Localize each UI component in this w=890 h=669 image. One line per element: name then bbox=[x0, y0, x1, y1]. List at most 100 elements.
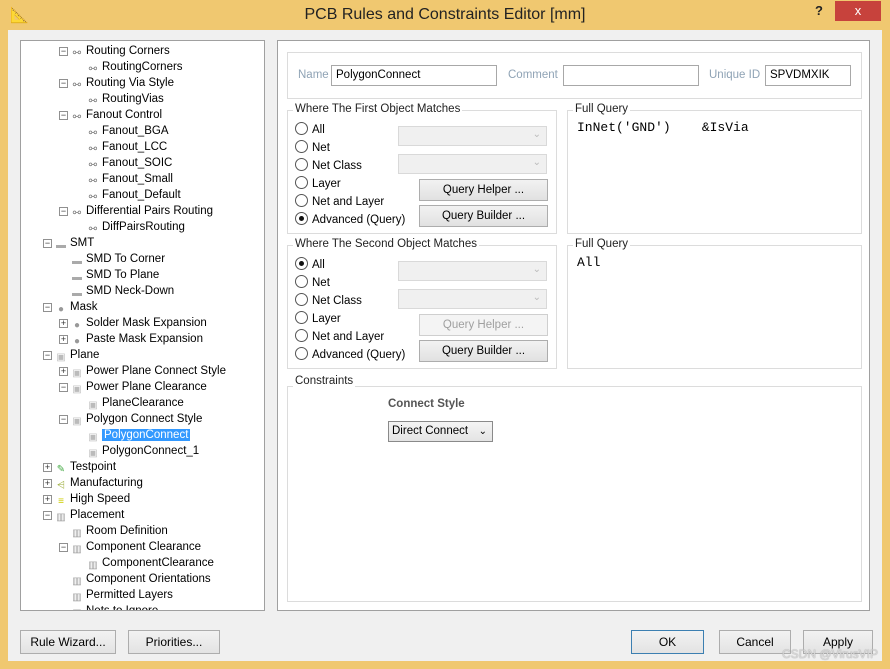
radio-circle[interactable] bbox=[295, 122, 308, 135]
tree-item[interactable]: ⚯ Fanout_Default bbox=[86, 187, 181, 203]
tree-item[interactable]: ⚯ Fanout_BGA bbox=[86, 123, 169, 139]
collapse-toggle[interactable]: − bbox=[59, 111, 68, 120]
radio-circle[interactable] bbox=[295, 158, 308, 171]
expand-toggle[interactable]: + bbox=[43, 463, 52, 472]
tree-item[interactable]: ⚯ Fanout Control bbox=[70, 107, 162, 123]
radio-circle[interactable] bbox=[295, 275, 308, 288]
tree-item[interactable]: ⚯ Fanout_LCC bbox=[86, 139, 167, 155]
tree-item[interactable]: ▬ SMD Neck-Down bbox=[70, 283, 174, 299]
expand-toggle[interactable]: + bbox=[59, 335, 68, 344]
radio-circle[interactable] bbox=[295, 176, 308, 189]
net-class-dropdown[interactable]: ⌄ bbox=[398, 154, 547, 174]
tree-item[interactable]: ▥ Component Orientations bbox=[70, 571, 210, 587]
tree-item[interactable]: ● Mask bbox=[54, 299, 98, 315]
expand-toggle[interactable]: + bbox=[43, 479, 52, 488]
unique-id-input[interactable]: SPVDMXIK bbox=[765, 65, 851, 86]
radio-option[interactable]: Net bbox=[295, 140, 330, 155]
help-button[interactable]: ? bbox=[815, 3, 831, 21]
tree-item[interactable]: ▣ Polygon Connect Style bbox=[70, 411, 202, 427]
tree-item[interactable]: ▣ PolygonConnect_1 bbox=[86, 443, 199, 459]
tree-item[interactable]: ▣ PlaneClearance bbox=[86, 395, 184, 411]
radio-circle[interactable] bbox=[295, 293, 308, 306]
tree-item[interactable]: ▣ Power Plane Connect Style bbox=[70, 363, 226, 379]
tree-item[interactable]: ▥ Room Definition bbox=[70, 523, 168, 539]
radio-option[interactable]: Net bbox=[295, 275, 330, 290]
collapse-toggle[interactable]: − bbox=[59, 543, 68, 552]
tree-item[interactable]: ✎ Testpoint bbox=[54, 459, 116, 475]
cancel-button[interactable]: Cancel bbox=[719, 630, 791, 654]
query-builder-button[interactable]: Query Builder ... bbox=[419, 205, 548, 227]
radio-option[interactable]: Layer bbox=[295, 176, 341, 191]
expand-toggle[interactable]: + bbox=[59, 319, 68, 328]
full-query-text[interactable]: All bbox=[577, 255, 600, 270]
collapse-toggle[interactable]: − bbox=[59, 47, 68, 56]
radio-circle[interactable] bbox=[295, 140, 308, 153]
tree-item[interactable]: ≡ High Speed bbox=[54, 491, 130, 507]
close-button[interactable]: x bbox=[835, 1, 881, 21]
query-helper-button[interactable]: Query Helper ... bbox=[419, 314, 548, 336]
tree-item[interactable]: ⚯ Fanout_Small bbox=[86, 171, 173, 187]
query-helper-button[interactable]: Query Helper ... bbox=[419, 179, 548, 201]
query-builder-button[interactable]: Query Builder ... bbox=[419, 340, 548, 362]
radio-circle[interactable] bbox=[295, 329, 308, 342]
tree-item[interactable]: ▥ ComponentClearance bbox=[86, 555, 214, 571]
tree-item[interactable]: ▬ SMD To Corner bbox=[70, 251, 165, 267]
comment-input[interactable] bbox=[563, 65, 699, 86]
radio-option[interactable]: Net Class bbox=[295, 158, 362, 173]
radio-circle[interactable] bbox=[295, 347, 308, 360]
radio-option[interactable]: Advanced (Query) bbox=[295, 212, 405, 227]
tree-item-label: Mask bbox=[70, 301, 98, 313]
expand-toggle[interactable]: + bbox=[59, 367, 68, 376]
radio-label: Layer bbox=[312, 178, 341, 190]
radio-option[interactable]: Net and Layer bbox=[295, 329, 384, 344]
collapse-toggle[interactable]: − bbox=[43, 303, 52, 312]
connect-style-select[interactable]: Direct Connect ⌄ bbox=[388, 421, 493, 442]
tree-item[interactable]: ⚯ RoutingCorners bbox=[86, 59, 183, 75]
tree-item[interactable]: ● Solder Mask Expansion bbox=[70, 315, 207, 331]
collapse-toggle[interactable]: − bbox=[59, 415, 68, 424]
rule-wizard-button[interactable]: Rule Wizard... bbox=[20, 630, 116, 654]
tree-item[interactable]: ▣ Power Plane Clearance bbox=[70, 379, 207, 395]
collapse-toggle[interactable]: − bbox=[59, 383, 68, 392]
radio-option[interactable]: All bbox=[295, 257, 325, 272]
tree-item[interactable]: ▬ SMD To Plane bbox=[70, 267, 159, 283]
radio-circle[interactable] bbox=[295, 257, 308, 270]
rule-tree[interactable]: ⌃ ⌄ −⚯Routing Corners⚯RoutingCorners−⚯Ro… bbox=[20, 40, 265, 611]
name-input[interactable]: PolygonConnect bbox=[331, 65, 497, 86]
priorities-button[interactable]: Priorities... bbox=[128, 630, 220, 654]
tree-item[interactable]: ▣ Plane bbox=[54, 347, 99, 363]
radio-circle[interactable] bbox=[295, 194, 308, 207]
tree-item[interactable]: ⚯ DiffPairsRouting bbox=[86, 219, 185, 235]
tree-item[interactable]: ▥Nets to Ignore bbox=[70, 603, 158, 610]
tree-item[interactable]: ● Paste Mask Expansion bbox=[70, 331, 203, 347]
tree-item[interactable]: ⚯ Routing Via Style bbox=[70, 75, 174, 91]
net-dropdown[interactable]: ⌄ bbox=[398, 126, 547, 146]
radio-option[interactable]: Layer bbox=[295, 311, 341, 326]
tree-item[interactable]: ⚯ Fanout_SOIC bbox=[86, 155, 173, 171]
tree-item[interactable]: ▥ Placement bbox=[54, 507, 124, 523]
collapse-toggle[interactable]: − bbox=[43, 511, 52, 520]
tree-item[interactable]: ⩤ Manufacturing bbox=[54, 475, 143, 491]
tree-item[interactable]: ▬ SMT bbox=[54, 235, 94, 251]
tree-item[interactable]: ⚯ Differential Pairs Routing bbox=[70, 203, 213, 219]
radio-option[interactable]: Advanced (Query) bbox=[295, 347, 405, 362]
ok-button[interactable]: OK bbox=[631, 630, 704, 654]
expand-toggle[interactable]: + bbox=[43, 495, 52, 504]
radio-circle[interactable] bbox=[295, 311, 308, 324]
radio-option[interactable]: Net and Layer bbox=[295, 194, 384, 209]
radio-option[interactable]: All bbox=[295, 122, 325, 137]
tree-item[interactable]: ▣ PolygonConnect bbox=[86, 427, 191, 443]
net-class-dropdown[interactable]: ⌄ bbox=[398, 289, 547, 309]
full-query-text[interactable]: InNet('GND') &IsVia bbox=[577, 120, 749, 135]
tree-item[interactable]: ▥ Permitted Layers bbox=[70, 587, 173, 603]
tree-item[interactable]: ⚯ Routing Corners bbox=[70, 43, 170, 59]
collapse-toggle[interactable]: − bbox=[59, 207, 68, 216]
collapse-toggle[interactable]: − bbox=[43, 239, 52, 248]
tree-item[interactable]: ▥ Component Clearance bbox=[70, 539, 201, 555]
collapse-toggle[interactable]: − bbox=[43, 351, 52, 360]
net-dropdown[interactable]: ⌄ bbox=[398, 261, 547, 281]
collapse-toggle[interactable]: − bbox=[59, 79, 68, 88]
radio-circle[interactable] bbox=[295, 212, 308, 225]
radio-option[interactable]: Net Class bbox=[295, 293, 362, 308]
tree-item[interactable]: ⚯ RoutingVias bbox=[86, 91, 164, 107]
